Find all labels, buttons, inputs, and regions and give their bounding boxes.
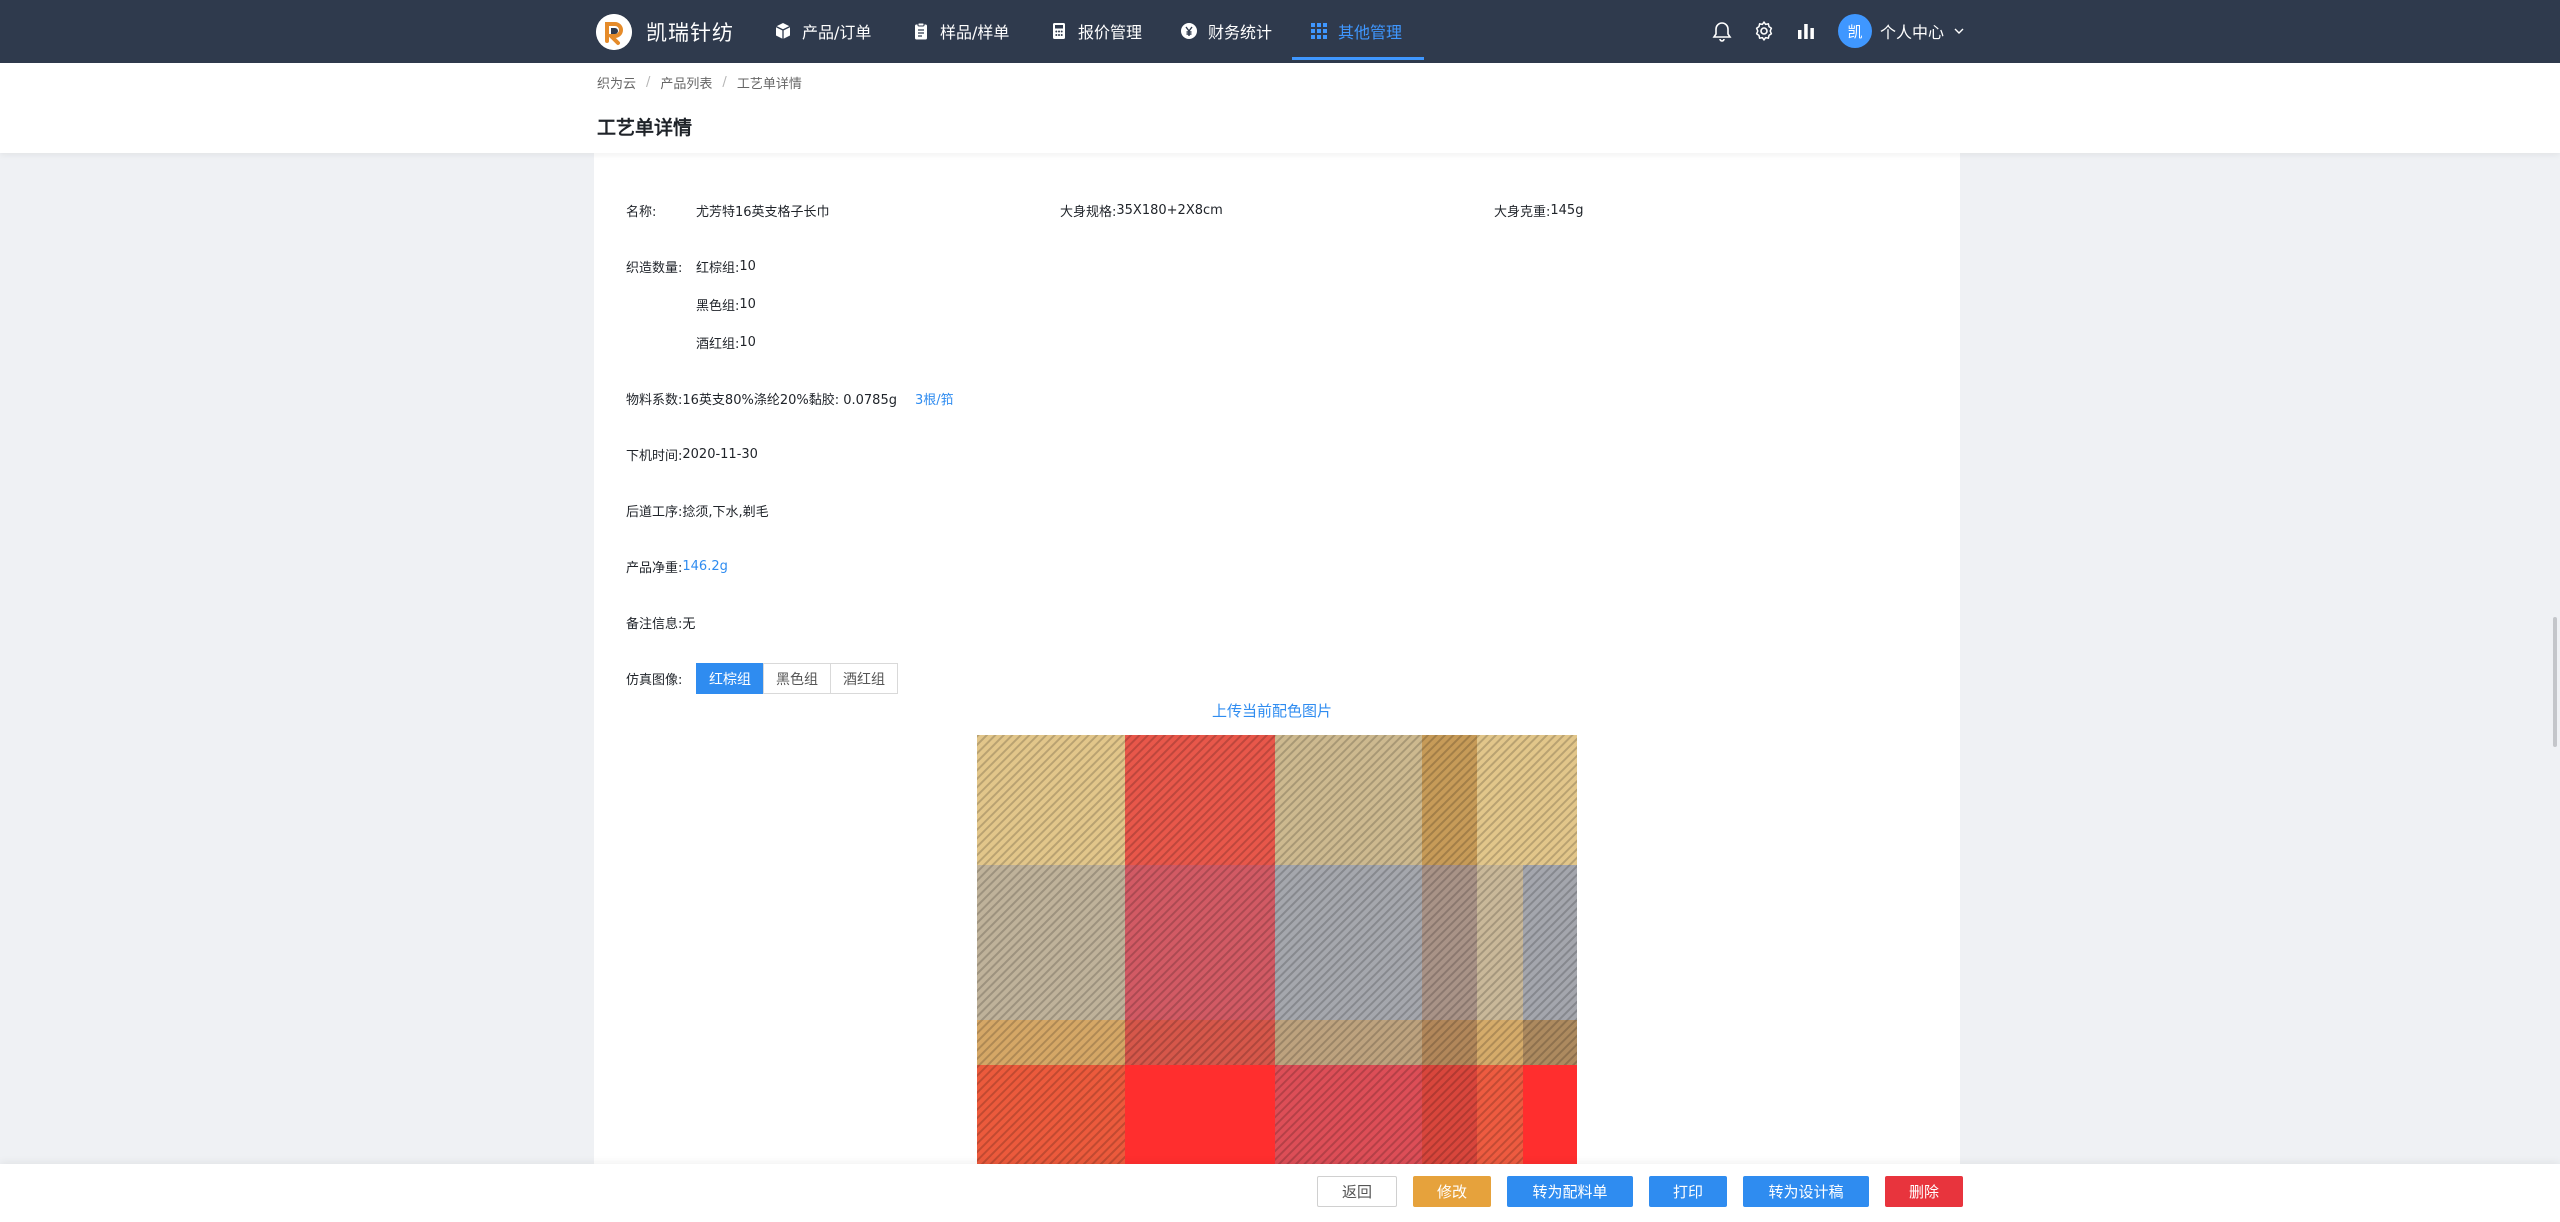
brand-name: 凯瑞针纺 — [646, 21, 734, 45]
quantity-group-value: 10 — [739, 258, 756, 274]
breadcrumb: 织为云 / 产品列表 / 工艺单详情 — [597, 73, 802, 92]
breadcrumb-separator: / — [722, 75, 727, 90]
color-group-tabs: 红棕组 黑色组 酒红组 — [696, 663, 898, 694]
spec-label: 大身规格: — [1060, 204, 1117, 220]
nav-item-label: 其他管理 — [1338, 22, 1403, 42]
weight-label: 大身克重: — [1494, 204, 1551, 220]
nav-item-label: 样品/样单 — [940, 22, 1010, 42]
simulation-row: 仿真图像: — [626, 668, 682, 688]
material-row: 物料系数: 16英支80%涤纶20%黏胶: 0.0785g 3根/筘 — [626, 388, 954, 408]
quantity-item: 酒红组: 10 — [696, 332, 756, 352]
net-weight-row: 产品净重: 146.2g — [626, 556, 728, 576]
material-value: 16英支80%涤纶20%黏胶: 0.0785g — [682, 392, 897, 408]
calculator-icon — [1053, 22, 1065, 39]
top-navbar: 凯瑞针纺 产品/订单 样品/样单 报价管理 财务统计 其他管理 凯 个人中心 — [0, 0, 2560, 63]
quantity-row: 织造数量: — [626, 256, 682, 276]
yen-coin-icon — [1181, 22, 1197, 39]
convert-to-material-list-button[interactable]: 转为配料单 — [1507, 1176, 1633, 1207]
name-row: 名称: 尤芳特16英支格子长巾 — [626, 200, 830, 220]
user-menu-label: 个人中心 — [1880, 23, 1945, 42]
bar-chart-icon[interactable] — [1795, 20, 1817, 42]
name-label: 名称: — [626, 204, 657, 220]
simulation-label: 仿真图像: — [626, 672, 683, 688]
machine-time-label: 下机时间: — [626, 448, 683, 464]
gear-icon[interactable] — [1753, 20, 1775, 42]
avatar: 凯 — [1838, 14, 1872, 48]
quantity-group-label: 红棕组: — [696, 260, 740, 276]
quantity-group-label: 酒红组: — [696, 336, 740, 352]
nav-item-finance[interactable]: 财务统计 — [1180, 0, 1272, 61]
breadcrumb-item[interactable]: 产品列表 — [660, 73, 712, 92]
cube-icon — [775, 22, 791, 39]
net-weight-label: 产品净重: — [626, 560, 683, 576]
page-scrollbar-thumb[interactable] — [2553, 617, 2557, 747]
breadcrumb-separator: / — [646, 75, 651, 90]
page-title: 工艺单详情 — [597, 117, 693, 139]
print-button[interactable]: 打印 — [1649, 1176, 1727, 1207]
bottom-action-bar: 返回 修改 转为配料单 打印 转为设计稿 删除 — [0, 1164, 2560, 1222]
tab-wine-red-group[interactable]: 酒红组 — [830, 663, 898, 694]
material-label: 物料系数: — [626, 392, 683, 408]
nav-item-label: 产品/订单 — [802, 22, 872, 42]
delete-button[interactable]: 删除 — [1885, 1176, 1963, 1207]
grid-icon — [1311, 22, 1327, 39]
spec-row: 大身规格: 35X180+2X8cm — [1060, 200, 1223, 220]
net-weight-value[interactable]: 146.2g — [682, 559, 727, 574]
remark-value: 无 — [682, 616, 696, 632]
edit-button[interactable]: 修改 — [1413, 1176, 1491, 1207]
detail-card: 名称: 尤芳特16英支格子长巾 大身规格: 35X180+2X8cm 大身克重:… — [594, 153, 1960, 1169]
breadcrumb-item[interactable]: 织为云 — [597, 73, 636, 92]
nav-item-label: 财务统计 — [1208, 22, 1273, 42]
remark-row: 备注信息: 无 — [626, 612, 695, 632]
back-button[interactable]: 返回 — [1317, 1176, 1397, 1207]
tab-black-group[interactable]: 黑色组 — [763, 663, 831, 694]
breadcrumb-item-current: 工艺单详情 — [736, 77, 802, 92]
bell-icon[interactable] — [1711, 20, 1733, 42]
name-value: 尤芳特16英支格子长巾 — [696, 204, 830, 220]
fabric-simulation-image — [977, 735, 1577, 1169]
convert-to-design-button[interactable]: 转为设计稿 — [1743, 1176, 1869, 1207]
brand[interactable]: 凯瑞针纺 — [596, 14, 734, 50]
nav-item-label: 报价管理 — [1078, 22, 1143, 42]
quantity-item: 黑色组: 10 — [696, 294, 756, 314]
upload-color-image-link[interactable]: 上传当前配色图片 — [1212, 700, 1332, 721]
active-nav-indicator — [1292, 57, 1424, 60]
user-menu[interactable]: 凯 个人中心 — [1838, 13, 1966, 49]
quantity-item: 红棕组: 10 — [696, 256, 756, 276]
quantity-group-label: 黑色组: — [696, 298, 740, 314]
nav-item-products-orders[interactable]: 产品/订单 — [774, 0, 871, 61]
remark-label: 备注信息: — [626, 616, 683, 632]
quantity-group-value: 10 — [739, 334, 756, 350]
quantity-label: 织造数量: — [626, 260, 683, 276]
quantity-group-value: 10 — [739, 296, 756, 312]
reed-density-link[interactable]: 3根/筘 — [915, 389, 954, 408]
process-row: 后道工序: 捻须,下水,剃毛 — [626, 500, 769, 520]
brand-logo-icon — [596, 14, 632, 50]
tab-red-brown-group[interactable]: 红棕组 — [696, 663, 764, 694]
nav-item-other[interactable]: 其他管理 — [1310, 0, 1402, 61]
process-value: 捻须,下水,剃毛 — [682, 504, 769, 520]
spec-value: 35X180+2X8cm — [1116, 202, 1223, 218]
page-header: 织为云 / 产品列表 / 工艺单详情 工艺单详情 — [0, 63, 2560, 153]
chevron-down-icon — [1954, 28, 1964, 34]
weight-row: 大身克重: 145g — [1494, 200, 1583, 220]
weight-value: 145g — [1550, 202, 1584, 218]
machine-time-row: 下机时间: 2020-11-30 — [626, 444, 758, 464]
process-label: 后道工序: — [626, 504, 683, 520]
machine-time-value: 2020-11-30 — [682, 446, 758, 462]
clipboard-icon — [915, 22, 927, 39]
nav-item-samples[interactable]: 样品/样单 — [912, 0, 1009, 61]
nav-item-quotes[interactable]: 报价管理 — [1050, 0, 1142, 61]
